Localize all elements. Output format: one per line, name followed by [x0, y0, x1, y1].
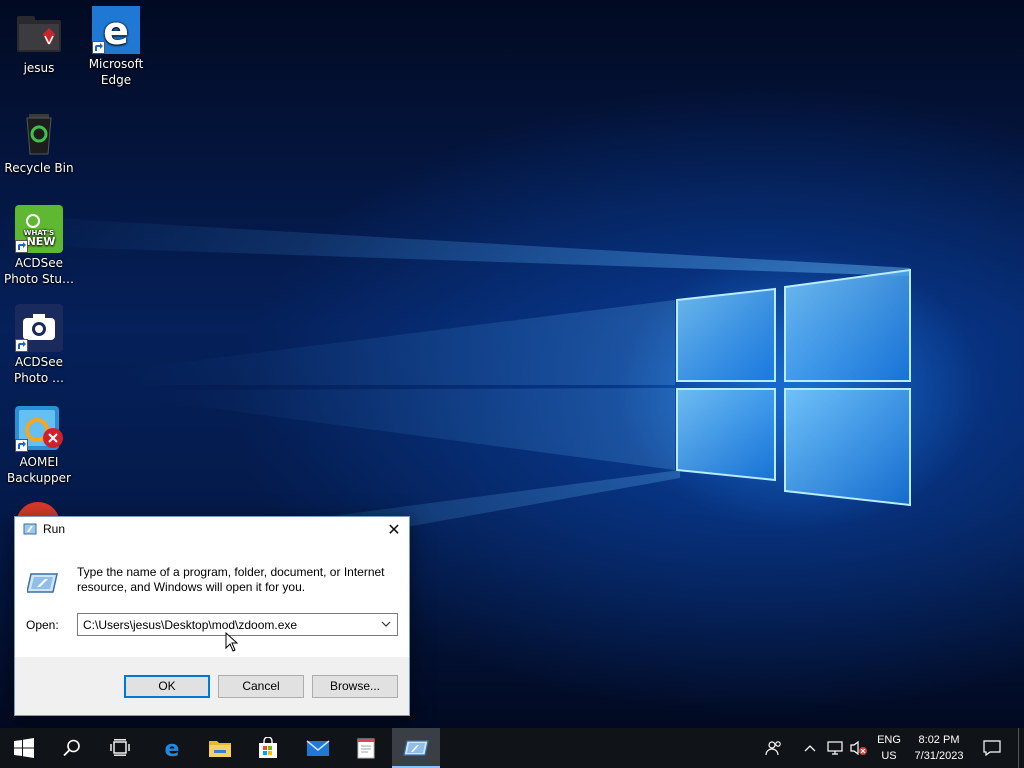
acdsee-camera-icon — [15, 304, 63, 352]
desktop-icon-recycle-bin[interactable]: Recycle Bin — [1, 110, 77, 176]
search-icon — [63, 739, 80, 757]
taskbar-edge[interactable]: e — [148, 728, 196, 768]
user-folder-icon — [15, 10, 63, 58]
desktop-icon-partial[interactable] — [16, 502, 60, 516]
run-body: Type the name of a program, folder, docu… — [15, 542, 409, 657]
run-app-icon — [26, 568, 59, 599]
svg-text:e: e — [103, 9, 129, 53]
desktop-icon-acdsee-photo[interactable]: ACDSee Photo … — [1, 304, 77, 386]
mouse-cursor-icon — [225, 632, 239, 652]
notification-icon — [983, 740, 1001, 756]
whats-new-badge-line2: NEW — [27, 235, 56, 248]
shortcut-arrow-icon — [92, 41, 105, 54]
taskbar-store[interactable] — [244, 728, 292, 768]
run-description: Type the name of a program, folder, docu… — [77, 565, 385, 594]
browse-button[interactable]: Browse... — [312, 675, 398, 698]
recycle-bin-icon — [15, 110, 63, 158]
taskbar-run[interactable] — [392, 728, 440, 768]
search-button[interactable] — [48, 728, 96, 768]
run-dialog: Run ✕ Type the name of a program, folder… — [14, 516, 410, 716]
open-label: Open: — [26, 618, 59, 632]
windows-logo-icon — [14, 738, 34, 758]
task-view-icon — [110, 739, 130, 756]
shortcut-arrow-icon — [15, 439, 28, 452]
svg-text:e: e — [165, 737, 180, 759]
folder-icon — [209, 741, 231, 757]
shortcut-arrow-icon — [15, 240, 28, 253]
show-desktop-button[interactable] — [1018, 728, 1024, 768]
close-button[interactable]: ✕ — [379, 517, 409, 542]
desktop-icon-acdsee-photo-studio[interactable]: WHAT'S NEW ACDSee Photo Stu… — [1, 205, 77, 287]
desktop-icon-label: Microsoft Edge — [88, 57, 144, 87]
acdsee-whats-new-icon: WHAT'S NEW — [15, 205, 63, 253]
ok-button[interactable]: OK — [124, 675, 210, 698]
edge-icon: e — [92, 6, 140, 54]
taskbar-notepad[interactable] — [342, 728, 390, 768]
run-icon — [403, 740, 429, 756]
taskbar-mail[interactable] — [294, 728, 342, 768]
desktop-icon-label: ACDSee Photo … — [13, 355, 65, 385]
chevron-up-icon[interactable] — [801, 740, 819, 756]
cancel-button[interactable]: Cancel — [218, 675, 304, 698]
clock[interactable]: 8:02 PM 7/31/2023 — [906, 732, 972, 764]
clock-time: 8:02 PM — [918, 734, 960, 746]
keyboard-layout: US — [881, 750, 897, 762]
network-icon[interactable] — [826, 740, 844, 756]
store-icon — [259, 737, 277, 758]
start-button[interactable] — [0, 728, 48, 768]
aomei-backupper-icon — [15, 404, 63, 452]
run-footer: OK Cancel Browse... — [15, 657, 409, 715]
desktop-icon-label: Recycle Bin — [4, 161, 74, 175]
mail-icon — [306, 740, 330, 756]
action-center-button[interactable] — [980, 728, 1004, 768]
task-view-button[interactable] — [96, 728, 144, 768]
run-dialog-title: Run — [43, 522, 66, 536]
red-app-icon — [16, 502, 60, 516]
volume-muted-icon[interactable] — [850, 740, 868, 756]
desktop-icon-user-folder[interactable]: jesus — [1, 10, 77, 76]
language-indicator[interactable]: ENG US — [872, 732, 906, 764]
edge-icon: e — [165, 737, 180, 759]
desktop-icon-label: ACDSee Photo Stu… — [4, 256, 74, 286]
run-titlebar[interactable]: Run ✕ — [15, 517, 409, 542]
desktop-icon-label: AOMEI Backupper — [7, 455, 71, 485]
people-icon[interactable] — [765, 740, 783, 756]
chevron-down-icon[interactable] — [377, 614, 395, 635]
desktop-icon-edge[interactable]: e Microsoft Edge — [78, 6, 154, 88]
shortcut-arrow-icon — [15, 339, 28, 352]
notepad-icon — [357, 738, 375, 759]
taskbar: e ENG US 8:02 PM 7/31/2023 — [0, 728, 1024, 768]
taskbar-file-explorer[interactable] — [196, 728, 244, 768]
desktop-icon-aomei-backupper[interactable]: AOMEI Backupper — [1, 404, 77, 486]
run-icon — [23, 523, 37, 538]
clock-date: 7/31/2023 — [914, 750, 964, 762]
desktop-icon-label: jesus — [23, 61, 55, 75]
language-code: ENG — [877, 734, 901, 746]
